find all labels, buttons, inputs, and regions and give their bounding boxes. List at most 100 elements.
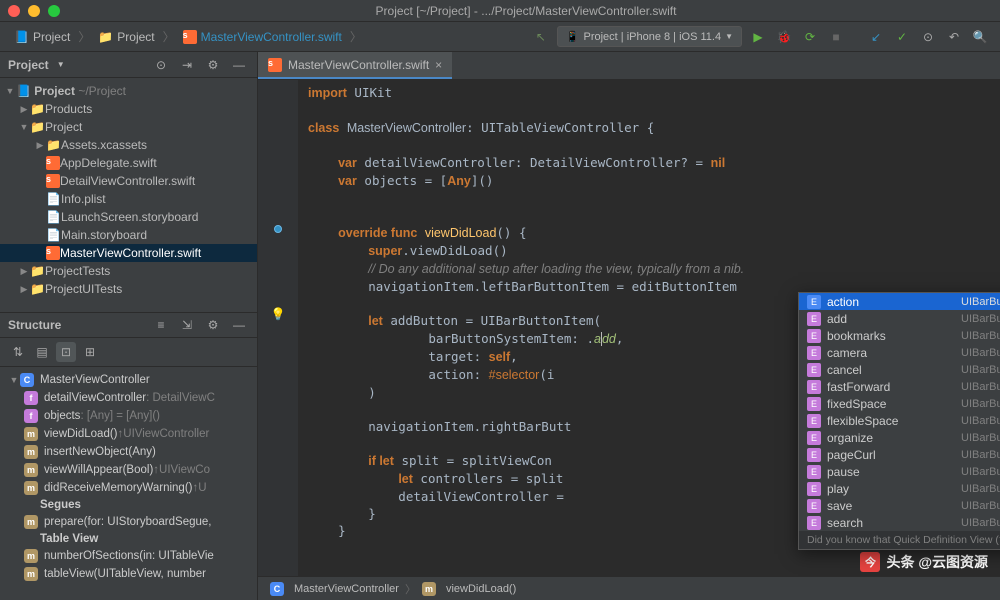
tree-item[interactable]: ▶📁 ProjectUITests: [0, 280, 257, 298]
structure-item[interactable]: mdidReceiveMemoryWarning() ↑U: [0, 479, 257, 497]
member-name: prepare(for: UIStoryboardSegue,: [44, 516, 211, 528]
tree-item[interactable]: ▶📁 Products: [0, 100, 257, 118]
structure-item[interactable]: mviewDidLoad() ↑UIViewController: [0, 425, 257, 443]
structure-tree[interactable]: ▼ C MasterViewController fdetailViewCont…: [0, 367, 257, 600]
tree-item[interactable]: ▼📁 Project: [0, 118, 257, 136]
breadcrumb-folder[interactable]: 📁 Project: [94, 28, 158, 46]
intention-bulb-icon[interactable]: 💡: [271, 307, 286, 321]
expand-arrow-icon[interactable]: ▶: [18, 284, 30, 295]
structure-item[interactable]: fdetailViewController: DetailViewC: [0, 389, 257, 407]
completion-item[interactable]: EpageCurlUIBarButtonSystemItem: [799, 446, 1000, 463]
expand-arrow-icon[interactable]: ▶: [34, 140, 46, 151]
enum-case-icon: E: [807, 363, 821, 377]
tree-item[interactable]: ▶📁 Assets.xcassets: [0, 136, 257, 154]
history-button[interactable]: ⊙: [918, 27, 938, 47]
completion-item[interactable]: EcameraUIBarButtonSystemItem: [799, 344, 1000, 361]
tree-item-label: ProjectUITests: [45, 282, 122, 296]
completion-item[interactable]: EactionUIBarButtonSystemItem: [799, 293, 1000, 310]
gear-icon[interactable]: ⚙: [203, 55, 223, 75]
search-button[interactable]: 🔍: [970, 27, 990, 47]
structure-item[interactable]: mviewWillAppear(Bool) ↑UIViewCo: [0, 461, 257, 479]
completion-item[interactable]: EplayUIBarButtonSystemItem: [799, 480, 1000, 497]
filter-icon[interactable]: ▤: [32, 342, 52, 362]
structure-class[interactable]: ▼ C MasterViewController: [0, 371, 257, 389]
breakpoint-icon[interactable]: [274, 225, 282, 233]
autoscroll-icon[interactable]: ⊡: [56, 342, 76, 362]
expand-arrow-icon[interactable]: ▼: [4, 86, 16, 96]
debug-button[interactable]: 🐞: [774, 27, 794, 47]
sync-button[interactable]: ↙: [866, 27, 886, 47]
coverage-button[interactable]: ⟳: [800, 27, 820, 47]
completion-type: UIBarButtonSystemItem: [961, 449, 1000, 461]
breadcrumb-method[interactable]: m viewDidLoad(): [422, 582, 516, 596]
project-tree[interactable]: ▼ 📘 Project ~/Project ▶📁 Products▼📁 Proj…: [0, 78, 257, 312]
completion-item[interactable]: EorganizeUIBarButtonSystemItem: [799, 429, 1000, 446]
breadcrumb-root[interactable]: 📘 Project: [10, 28, 74, 46]
completion-name: add: [827, 312, 961, 326]
back-button[interactable]: ↖: [531, 27, 551, 47]
structure-item[interactable]: mtableView(UITableView, number: [0, 565, 257, 583]
hide-icon[interactable]: —: [229, 55, 249, 75]
completion-name: save: [827, 499, 961, 513]
swift-file-icon: s: [268, 58, 282, 72]
tree-item[interactable]: s DetailViewController.swift: [0, 172, 257, 190]
expand-icon[interactable]: ⇲: [177, 315, 197, 335]
hide-icon[interactable]: —: [229, 315, 249, 335]
completion-item[interactable]: EpauseUIBarButtonSystemItem: [799, 463, 1000, 480]
tree-item[interactable]: 📄 Info.plist: [0, 190, 257, 208]
editor-gutter[interactable]: 💡: [258, 80, 298, 576]
completion-item[interactable]: EcancelUIBarButtonSystemItem: [799, 361, 1000, 378]
structure-item[interactable]: Table View: [0, 531, 257, 547]
revert-button[interactable]: ↶: [944, 27, 964, 47]
editor-tab-active[interactable]: s MasterViewController.swift ×: [258, 52, 452, 79]
tree-item[interactable]: 📄 Main.storyboard: [0, 226, 257, 244]
tree-item[interactable]: ▶📁 ProjectTests: [0, 262, 257, 280]
completion-item[interactable]: EsaveUIBarButtonSystemItem: [799, 497, 1000, 514]
completion-item[interactable]: EsearchUIBarButtonSystemItem: [799, 514, 1000, 531]
completion-item[interactable]: EfastForwardUIBarButtonSystemItem: [799, 378, 1000, 395]
expand-arrow-icon[interactable]: ▼: [8, 375, 20, 385]
commit-button[interactable]: ✓: [892, 27, 912, 47]
structure-item[interactable]: minsertNewObject(Any): [0, 443, 257, 461]
completion-item[interactable]: EflexibleSpaceUIBarButtonSystemItem: [799, 412, 1000, 429]
completion-type: UIBarButtonSystemItem: [961, 347, 1000, 359]
breadcrumb-class[interactable]: C MasterViewController: [270, 582, 399, 596]
structure-item[interactable]: mprepare(for: UIStoryboardSegue,: [0, 513, 257, 531]
breadcrumb-file[interactable]: s MasterViewController.swift: [179, 28, 346, 46]
project-tool-label[interactable]: Project: [8, 58, 49, 72]
structure-item[interactable]: Segues: [0, 497, 257, 513]
dropdown-arrow-icon[interactable]: ▼: [57, 60, 65, 69]
expand-arrow-icon[interactable]: ▼: [18, 122, 30, 132]
tree-item[interactable]: 📄 LaunchScreen.storyboard: [0, 208, 257, 226]
tree-item[interactable]: s MasterViewController.swift: [0, 244, 257, 262]
close-window-button[interactable]: [8, 5, 20, 17]
file-icon: 📄: [46, 210, 61, 224]
tree-root[interactable]: ▼ 📘 Project ~/Project: [0, 82, 257, 100]
completion-item[interactable]: EbookmarksUIBarButtonSystemItem: [799, 327, 1000, 344]
tree-item-label: ProjectTests: [45, 264, 110, 278]
close-tab-icon[interactable]: ×: [435, 58, 442, 72]
enum-case-icon: E: [807, 516, 821, 530]
sort-alpha-icon[interactable]: ⇅: [8, 342, 28, 362]
structure-tool-label[interactable]: Structure: [8, 318, 61, 332]
run-configuration-selector[interactable]: 📱 Project | iPhone 8 | iOS 11.4 ▼: [557, 26, 742, 47]
structure-item[interactable]: fobjects: [Any] = [Any](): [0, 407, 257, 425]
zoom-window-button[interactable]: [48, 5, 60, 17]
run-button[interactable]: ▶: [748, 27, 768, 47]
minimize-window-button[interactable]: [28, 5, 40, 17]
tree-item[interactable]: s AppDelegate.swift: [0, 154, 257, 172]
chevron-right-icon: 〉: [78, 28, 90, 45]
gear-icon[interactable]: ⚙: [203, 315, 223, 335]
expand-arrow-icon[interactable]: ▶: [18, 266, 30, 277]
completion-item[interactable]: EaddUIBarButtonSystemItem: [799, 310, 1000, 327]
structure-item[interactable]: mnumberOfSections(in: UITableVie: [0, 547, 257, 565]
completion-item[interactable]: EfixedSpaceUIBarButtonSystemItem: [799, 395, 1000, 412]
stop-button[interactable]: ■: [826, 27, 846, 47]
expand-arrow-icon[interactable]: ▶: [18, 104, 30, 115]
scroll-from-source-icon[interactable]: ⊙: [151, 55, 171, 75]
method-icon: m: [422, 582, 436, 596]
collapse-icon[interactable]: ⇥: [177, 55, 197, 75]
group-icon[interactable]: ⊞: [80, 342, 100, 362]
enum-case-icon: E: [807, 448, 821, 462]
sort-icon[interactable]: ≡: [151, 315, 171, 335]
